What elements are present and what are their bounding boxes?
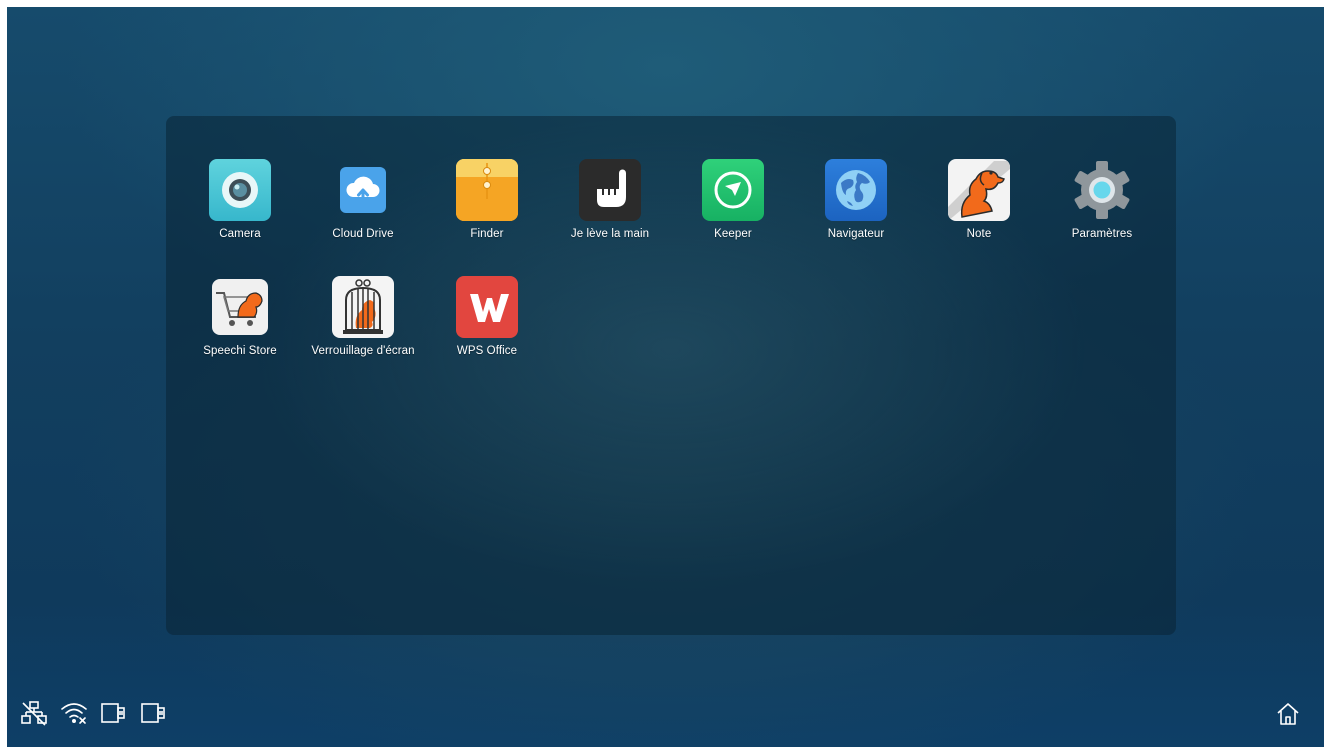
cloud-upload-icon [332,159,394,221]
app-label: WPS Office [456,345,518,357]
app-parametres[interactable]: Paramètres [1037,159,1167,240]
app-keeper[interactable]: Keeper [668,159,798,240]
gear-icon [1071,159,1133,221]
app-verrouillage-ecran[interactable]: Verrouillage d'écran [298,276,428,357]
app-label: Note [966,228,992,240]
app-label: Cloud Drive [332,228,394,240]
dog-note-icon [948,159,1010,221]
usb-device-icon[interactable] [100,699,128,727]
app-label: Je lève la main [570,228,650,240]
app-speechi-store[interactable]: Speechi Store [175,276,305,357]
app-navigateur[interactable]: Navigateur [791,159,921,240]
app-label: Finder [470,228,504,240]
app-label: Keeper [714,228,752,240]
ethernet-disconnected-icon[interactable] [20,699,48,727]
app-finder[interactable]: Finder [422,159,552,240]
app-label: Verrouillage d'écran [311,345,415,357]
app-note[interactable]: Note [914,159,1044,240]
desktop-screen: Camera Cloud Drive Finder Je lève la mai… [7,7,1324,747]
status-bar [20,699,168,727]
wps-logo-icon [456,276,518,338]
app-label: Camera [219,228,261,240]
raised-hand-icon [579,159,641,221]
app-drawer: Camera Cloud Drive Finder Je lève la mai… [166,116,1176,635]
dog-cage-lock-icon [332,276,394,338]
wifi-off-icon[interactable] [60,699,88,727]
app-label: Navigateur [827,228,885,240]
app-camera[interactable]: Camera [175,159,305,240]
app-wps-office[interactable]: WPS Office [422,276,552,357]
home-icon[interactable] [1274,700,1302,728]
broom-check-icon [702,159,764,221]
usb-device-icon[interactable] [140,699,168,727]
app-cloud-drive[interactable]: Cloud Drive [298,159,428,240]
camera-icon [209,159,271,221]
app-label: Paramètres [1071,228,1133,240]
folder-envelope-icon [456,159,518,221]
app-je-leve-la-main[interactable]: Je lève la main [545,159,675,240]
globe-icon [825,159,887,221]
app-label: Speechi Store [203,345,277,357]
store-tile [212,279,268,335]
dog-cart-icon [209,276,271,338]
